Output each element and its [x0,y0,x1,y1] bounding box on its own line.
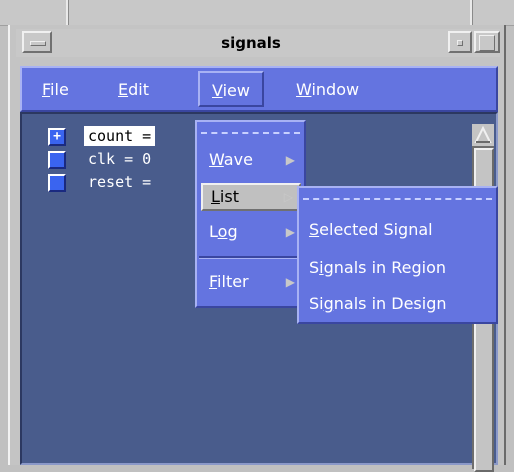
menu-item-filter[interactable]: Filter ▶ [201,268,301,296]
submenu-arrow-icon: ▶ [285,225,295,239]
view-dropdown-menu: Wave ▶ List ▷ Log ▶ Filter ▶ [195,120,306,308]
menu-item-signals-in-region[interactable]: Signals in Region [309,254,446,282]
menu-view-mnemonic: V [212,81,223,100]
scroll-up-button[interactable] [472,124,494,146]
selected-signal-mnemonic: S [309,220,320,239]
log-mnemonic: o [217,222,228,241]
menu-item-log[interactable]: Log ▶ [201,218,301,246]
desktop-strip [0,0,514,26]
menu-item-list[interactable]: List ▷ [201,183,301,211]
filter-mnemonic: F [209,272,218,291]
tear-off-line[interactable] [201,132,300,134]
signals-design-label: nals in Design [333,294,447,313]
signal-label[interactable]: clk = 0 [88,149,151,169]
expand-icon[interactable]: + [48,128,66,146]
tear-off-line[interactable] [303,198,492,200]
signal-label[interactable]: count = [84,126,156,146]
title-bar[interactable]: signals [16,29,500,57]
menu-view[interactable]: View [198,71,264,107]
minimize-button[interactable] [448,31,472,53]
scroll-up-icon [474,125,492,143]
menu-file-mnemonic: F [42,80,51,99]
log-prefix: L [209,222,218,241]
signal-checkbox[interactable] [48,174,66,192]
frame-seam [66,0,69,25]
menu-window[interactable]: Window [296,68,359,110]
maximize-icon [479,35,495,51]
menu-item-signals-in-design[interactable]: Signals in Design [309,290,447,318]
signals-region-label: gnals in Region [323,258,447,277]
menu-item-selected-signal[interactable]: Selected Signal [309,216,433,244]
menu-edit-mnemonic: E [118,80,129,99]
menu-bar: File Edit View Window [20,66,498,112]
window-menu-button[interactable] [22,31,52,53]
window-menu-icon [30,41,46,46]
list-label: ist [219,187,239,206]
list-submenu: Selected Signal Signals in Region Signal… [297,186,498,324]
menu-edit[interactable]: Edit [118,68,149,110]
filter-label: ilter [217,272,249,291]
menu-file[interactable]: File [42,68,69,110]
menu-view-label: iew [222,81,250,100]
wave-mnemonic: W [209,150,224,169]
maximize-button[interactable] [474,31,500,53]
menu-edit-label: dit [128,80,149,99]
menu-window-mnemonic: W [296,80,312,99]
wave-label: ave [223,150,253,169]
signal-checkbox[interactable] [48,151,66,169]
menu-separator [199,256,302,259]
selected-signal-label: elected Signal [319,220,433,239]
frame-seam [470,0,473,25]
list-mnemonic: L [211,187,220,206]
signal-label[interactable]: reset = [88,172,151,192]
submenu-arrow-icon: ▶ [285,275,295,289]
menu-file-label: ile [50,80,69,99]
signals-design-mnemonic: g [323,294,334,313]
signals-region-prefix: S [309,258,320,277]
signals-design-prefix: Si [309,294,324,313]
window-title: signals [221,34,281,52]
submenu-arrow-icon: ▷ [283,190,293,204]
minimize-icon [457,40,463,46]
log-label: g [227,222,238,241]
menu-item-wave[interactable]: Wave ▶ [201,146,301,174]
menu-window-label: indow [311,80,360,99]
submenu-arrow-icon: ▶ [285,153,295,167]
